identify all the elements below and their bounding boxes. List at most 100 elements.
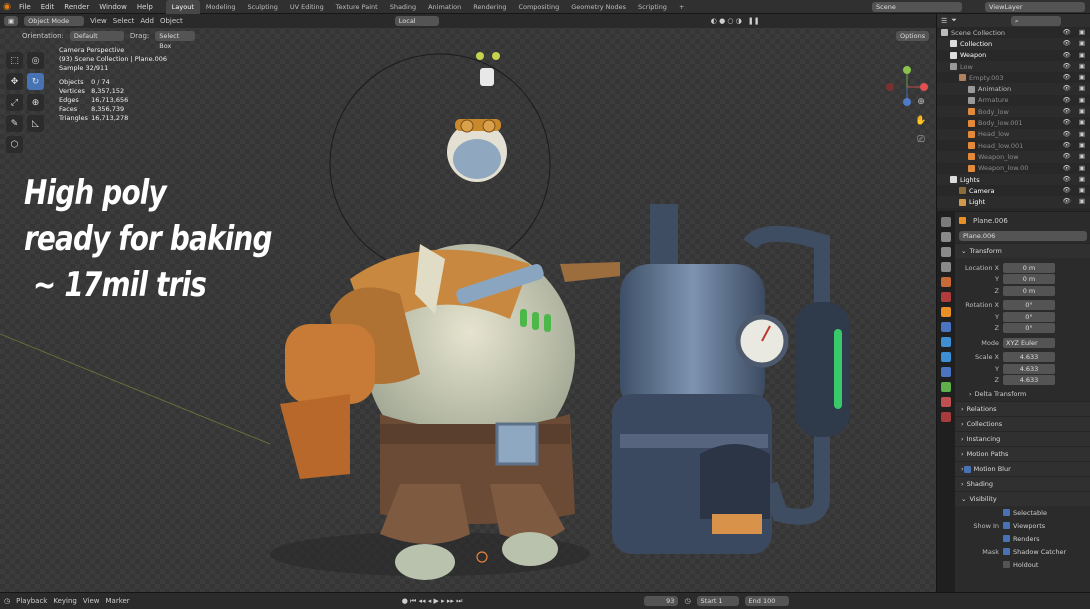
- outliner-row[interactable]: Weapon 👁 ▣: [937, 50, 1090, 61]
- timeline-editor-icon[interactable]: ◷: [4, 597, 10, 605]
- visibility-toggle-icon[interactable]: 👁 ▣: [1063, 96, 1088, 104]
- particles-tab-icon[interactable]: [941, 337, 951, 347]
- viewports-checkbox[interactable]: [1003, 522, 1010, 529]
- visibility-toggle-icon[interactable]: 👁 ▣: [1063, 62, 1088, 70]
- render-tab-icon[interactable]: [941, 232, 951, 242]
- menu-edit[interactable]: Edit: [36, 3, 60, 11]
- selectable-checkbox[interactable]: [1003, 509, 1010, 516]
- visibility-toggle-icon[interactable]: 👁 ▣: [1063, 197, 1088, 205]
- outliner-row[interactable]: Collection 👁 ▣: [937, 38, 1090, 50]
- viewport-menu-object[interactable]: Object: [160, 17, 183, 25]
- physics-tab-icon[interactable]: [941, 352, 951, 362]
- tab-layout[interactable]: Layout: [165, 0, 200, 14]
- outliner-row[interactable]: Head_low 👁 ▣: [937, 128, 1090, 140]
- visibility-toggle-icon[interactable]: 👁 ▣: [1063, 28, 1088, 36]
- keying-menu[interactable]: Keying: [53, 597, 77, 605]
- menu-window[interactable]: Window: [94, 3, 132, 11]
- visibility-toggle-icon[interactable]: 👁 ▣: [1063, 152, 1088, 160]
- visibility-toggle-icon[interactable]: 👁 ▣: [1063, 130, 1088, 138]
- add-workspace-icon[interactable]: +: [673, 0, 690, 14]
- tab-geometry-nodes[interactable]: Geometry Nodes: [565, 0, 632, 14]
- scale-x-field[interactable]: 4.633: [1003, 352, 1055, 363]
- visibility-toggle-icon[interactable]: 👁 ▣: [1063, 186, 1088, 194]
- tab-uv-editing[interactable]: UV Editing: [284, 0, 330, 14]
- location-y-field[interactable]: 0 m: [1003, 274, 1055, 285]
- tab-compositing[interactable]: Compositing: [512, 0, 565, 14]
- rotation-z-field[interactable]: 0°: [1003, 323, 1055, 334]
- outliner-row[interactable]: Lights 👁 ▣: [937, 173, 1090, 186]
- object-tab-icon[interactable]: [941, 307, 951, 317]
- add-cube-tool-icon[interactable]: ⬡: [6, 136, 23, 153]
- editor-type-icon[interactable]: ▣: [4, 16, 19, 26]
- location-x-field[interactable]: 0 m: [1003, 262, 1055, 273]
- outliner-row[interactable]: Weapon_low 👁 ▣: [937, 151, 1090, 163]
- visibility-toggle-icon[interactable]: 👁 ▣: [1063, 51, 1088, 59]
- orientation-selector[interactable]: Default: [69, 31, 124, 41]
- world-tab-icon[interactable]: [941, 292, 951, 302]
- blender-logo-icon[interactable]: ◉: [0, 2, 14, 12]
- transform-panel-header[interactable]: ⌄ Transform: [955, 243, 1090, 258]
- tab-shading[interactable]: Shading: [384, 0, 422, 14]
- visibility-toggle-icon[interactable]: 👁 ▣: [1063, 39, 1088, 47]
- view-layer-tab-icon[interactable]: [941, 262, 951, 272]
- start-frame-field[interactable]: Start 1: [696, 596, 739, 606]
- view-layer-selector[interactable]: ViewLayer: [985, 2, 1085, 12]
- motion-paths-panel-header[interactable]: › Motion Paths: [955, 446, 1090, 461]
- data-tab-icon[interactable]: [941, 382, 951, 392]
- motion-blur-checkbox[interactable]: [963, 465, 971, 473]
- tab-texture-paint[interactable]: Texture Paint: [330, 0, 384, 14]
- current-frame-field[interactable]: 93: [644, 596, 679, 606]
- outliner-search-input[interactable]: ⌕: [1010, 15, 1061, 26]
- outliner-row[interactable]: Scene Collection 👁 ▣: [937, 27, 1090, 38]
- scale-tool-icon[interactable]: ⤢: [6, 94, 23, 111]
- material-tab-icon[interactable]: [941, 397, 951, 407]
- shading-panel-header[interactable]: › Shading: [955, 476, 1090, 491]
- outliner-row[interactable]: Camera 👁 ▣: [937, 185, 1090, 196]
- menu-file[interactable]: File: [14, 3, 36, 11]
- visibility-toggle-icon[interactable]: 👁 ▣: [1063, 107, 1088, 115]
- menu-help[interactable]: Help: [132, 3, 158, 11]
- rotate-tool-icon[interactable]: ↻: [27, 73, 44, 90]
- output-tab-icon[interactable]: [941, 247, 951, 257]
- pan-hand-icon[interactable]: ✋: [915, 116, 927, 128]
- select-box-tool-icon[interactable]: ⬚: [6, 52, 23, 69]
- mode-selector[interactable]: Object Mode: [24, 16, 85, 26]
- marker-menu[interactable]: Marker: [105, 597, 129, 605]
- tab-rendering[interactable]: Rendering: [467, 0, 512, 14]
- visibility-toggle-icon[interactable]: 👁 ▣: [1063, 84, 1088, 92]
- viewport-menu-add[interactable]: Add: [140, 17, 154, 25]
- outliner-row[interactable]: Head_low.001 👁 ▣: [937, 140, 1090, 151]
- object-name-field[interactable]: Plane.006: [959, 231, 1087, 241]
- visibility-toggle-icon[interactable]: 👁 ▣: [1063, 175, 1088, 183]
- options-button[interactable]: Options: [896, 31, 930, 41]
- drag-selector[interactable]: Select Box: [155, 31, 196, 50]
- tab-sculpting[interactable]: Sculpting: [241, 0, 283, 14]
- visibility-toggle-icon[interactable]: 👁 ▣: [1063, 73, 1088, 81]
- tab-modeling[interactable]: Modeling: [200, 0, 242, 14]
- renders-checkbox[interactable]: [1003, 535, 1010, 542]
- scale-z-field[interactable]: 4.633: [1003, 375, 1055, 386]
- holdout-checkbox[interactable]: [1003, 561, 1010, 568]
- delta-transform-header[interactable]: Delta Transform: [975, 390, 1027, 398]
- visibility-toggle-icon[interactable]: 👁 ▣: [1063, 118, 1088, 126]
- outliner-row[interactable]: Weapon_low.00 👁 ▣: [937, 163, 1090, 174]
- motion-blur-panel-header[interactable]: › Motion Blur: [955, 461, 1090, 476]
- move-tool-icon[interactable]: ✥: [6, 73, 23, 90]
- viewport-shading-icons[interactable]: ◐ ● ○ ◑: [711, 17, 742, 25]
- 3d-viewport[interactable]: ▣ Object Mode View Select Add Object Loc…: [0, 14, 936, 592]
- filter-icon[interactable]: ⏷: [951, 16, 957, 25]
- texture-tab-icon[interactable]: [941, 412, 951, 422]
- tool-tab-icon[interactable]: [941, 217, 951, 227]
- annotate-tool-icon[interactable]: ✎: [6, 115, 23, 132]
- viewport-menu-select[interactable]: Select: [113, 17, 135, 25]
- zoom-icon[interactable]: ⊕: [915, 97, 927, 109]
- collections-panel-header[interactable]: › Collections: [955, 416, 1090, 431]
- transform-orientation-selector[interactable]: Local: [394, 16, 439, 26]
- location-z-field[interactable]: 0 m: [1003, 285, 1055, 296]
- tab-animation[interactable]: Animation: [422, 0, 467, 14]
- timeline-view-menu[interactable]: View: [83, 597, 100, 605]
- modifiers-tab-icon[interactable]: [941, 322, 951, 332]
- camera-view-icon[interactable]: ⎚: [915, 135, 927, 147]
- end-frame-field[interactable]: End 100: [744, 596, 789, 606]
- visibility-toggle-icon[interactable]: 👁 ▣: [1063, 164, 1088, 172]
